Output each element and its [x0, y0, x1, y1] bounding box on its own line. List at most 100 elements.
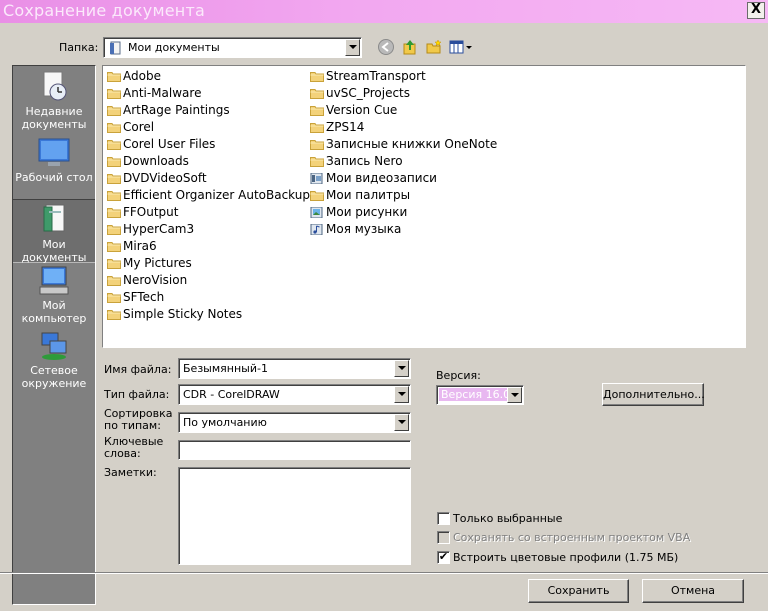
chevron-down-icon[interactable]	[345, 39, 360, 56]
notes-textarea[interactable]	[178, 467, 411, 565]
my-documents-icon	[43, 204, 65, 232]
file-list-item[interactable]: Simple Sticky Notes	[105, 306, 310, 323]
file-name: Записные книжки OneNote	[326, 137, 498, 151]
folder-icon	[310, 106, 324, 116]
filename-label: Имя файла:	[104, 363, 172, 376]
only-selected-checkbox[interactable]	[437, 512, 450, 525]
file-list-item[interactable]: uvSC_Projects	[308, 85, 497, 102]
music-folder-icon	[310, 224, 323, 235]
file-name: Version Cue	[326, 103, 398, 117]
current-folder: Мои документы	[128, 41, 220, 54]
file-list-item[interactable]: FFOutput	[105, 204, 310, 221]
file-list-item[interactable]: Записные книжки OneNote	[308, 136, 497, 153]
sort-value: По умолчанию	[183, 416, 267, 429]
keywords-label: Ключевые слова:	[104, 436, 163, 460]
my-computer-icon	[39, 266, 69, 295]
my-documents-small-icon	[110, 41, 121, 55]
sort-select[interactable]: По умолчанию	[178, 412, 411, 433]
file-column-1: Adobe Anti-Malware ArtRage Paintings Corel C…	[105, 68, 310, 323]
keywords-label-line-2: слова:	[104, 447, 141, 460]
place-my-documents[interactable]: Мои документы	[13, 199, 95, 264]
filename-combo[interactable]: Безымянный-1	[178, 358, 411, 379]
file-list-item[interactable]: Моя музыка	[308, 221, 497, 238]
keywords-input[interactable]	[178, 440, 411, 460]
file-list-item[interactable]: Запись Nero	[308, 153, 497, 170]
video-folder-icon	[310, 173, 323, 184]
save-button[interactable]: Сохранить	[528, 579, 629, 603]
file-name: FFOutput	[123, 205, 179, 219]
network-icon	[41, 332, 67, 360]
file-name: Simple Sticky Notes	[123, 307, 243, 321]
place-label: окружение	[21, 377, 87, 390]
folder-icon	[310, 191, 324, 201]
file-list-item[interactable]: Corel User Files	[105, 136, 310, 153]
file-list-item[interactable]: HyperCam3	[105, 221, 310, 238]
file-name: StreamTransport	[326, 69, 426, 83]
folder-icon	[107, 293, 121, 303]
chevron-down-icon[interactable]	[394, 360, 409, 377]
place-my-computer[interactable]: Мой компьютер	[13, 266, 95, 328]
folder-icon	[310, 89, 324, 99]
folder-icon	[107, 140, 121, 150]
file-list-item[interactable]: NeroVision	[105, 272, 310, 289]
file-list-item[interactable]: Anti-Malware	[105, 85, 310, 102]
folder-icon	[107, 174, 121, 184]
chevron-down-icon[interactable]	[394, 386, 409, 403]
window-title: Сохранение документа	[3, 1, 205, 20]
file-name: NeroVision	[123, 273, 188, 287]
folder-icon	[107, 72, 121, 82]
file-name: Мои рисунки	[326, 205, 408, 219]
back-icon[interactable]	[377, 38, 395, 56]
embed-color-profiles-checkbox[interactable]: ✔	[437, 551, 450, 564]
place-recent-documents[interactable]: Недавние документы	[13, 70, 95, 134]
file-name: Corel	[123, 120, 155, 134]
file-list-item[interactable]: StreamTransport	[308, 68, 497, 85]
version-select[interactable]: Версия 16.0	[436, 385, 524, 405]
file-list-item[interactable]: Adobe	[105, 68, 310, 85]
file-list[interactable]: Adobe Anti-Malware ArtRage Paintings Corel C…	[102, 65, 746, 348]
chevron-down-icon[interactable]	[394, 414, 409, 431]
file-list-item[interactable]: Мои видеозаписи	[308, 170, 497, 187]
file-list-item[interactable]: SFTech	[105, 289, 310, 306]
folder-icon	[107, 123, 121, 133]
file-list-item[interactable]: Corel	[105, 119, 310, 136]
file-list-item[interactable]: ArtRage Paintings	[105, 102, 310, 119]
file-list-item[interactable]: Мои рисунки	[308, 204, 497, 221]
advanced-button[interactable]: Дополнительно...	[602, 383, 705, 406]
filetype-select[interactable]: CDR - CorelDRAW	[178, 384, 411, 405]
folder-icon	[107, 89, 121, 99]
sort-label-line-2: по типам:	[104, 419, 161, 432]
folder-icon	[107, 225, 121, 235]
version-label: Версия:	[436, 369, 481, 382]
file-list-item[interactable]: Mira6	[105, 238, 310, 255]
file-list-item[interactable]: My Pictures	[105, 255, 310, 272]
view-menu-icon[interactable]	[449, 38, 475, 56]
file-name: Efficient Organizer AutoBackup	[123, 188, 310, 202]
folder-icon	[107, 191, 121, 201]
file-name: Mira6	[123, 239, 157, 253]
file-list-item[interactable]: Version Cue	[308, 102, 497, 119]
file-list-item[interactable]: Мои палитры	[308, 187, 497, 204]
file-list-item[interactable]: Downloads	[105, 153, 310, 170]
new-folder-icon[interactable]	[425, 38, 443, 56]
file-list-item[interactable]: Efficient Organizer AutoBackup	[105, 187, 310, 204]
place-label: документы	[21, 251, 87, 264]
file-name: HyperCam3	[123, 222, 195, 236]
vba-project-label: Сохранять со встроенным проектом VBA	[453, 531, 691, 544]
folder-combo[interactable]: Мои документы	[103, 37, 362, 58]
file-name: Мои видеозаписи	[326, 171, 437, 185]
close-button[interactable]: X	[747, 2, 765, 19]
only-selected-label: Только выбранные	[453, 512, 563, 525]
file-list-item[interactable]: ZPS14	[308, 119, 497, 136]
place-label: Мои	[42, 238, 66, 251]
file-list-item[interactable]: DVDVideoSoft	[105, 170, 310, 187]
chevron-down-icon[interactable]	[507, 387, 522, 403]
file-column-2: StreamTransport uvSC_Projects Version Cue Z…	[308, 68, 497, 238]
up-folder-icon[interactable]	[401, 38, 419, 56]
cancel-button[interactable]: Отмена	[642, 579, 744, 603]
place-label: документы	[21, 118, 87, 131]
place-desktop[interactable]: Рабочий стол	[13, 138, 95, 190]
file-name: Downloads	[123, 154, 189, 168]
place-label: компьютер	[21, 312, 87, 325]
place-network[interactable]: Сетевое окружение	[13, 331, 95, 393]
